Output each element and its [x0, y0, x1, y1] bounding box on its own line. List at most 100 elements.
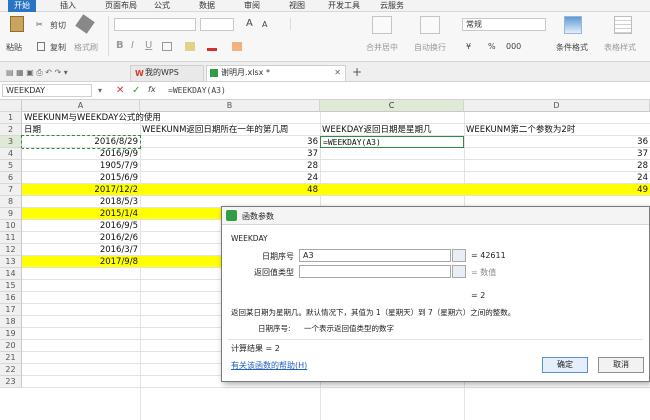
- cell-c[interactable]: [320, 148, 464, 160]
- menu-data[interactable]: 数据: [197, 0, 217, 12]
- cancel-formula-button[interactable]: ✕: [116, 85, 124, 96]
- formula-input[interactable]: =WEEKDAY(A3): [168, 86, 226, 95]
- thousands-button[interactable]: 000: [506, 42, 521, 51]
- row-header[interactable]: 21: [0, 352, 22, 364]
- cell-c[interactable]: =WEEKDAY(A3): [320, 136, 464, 148]
- cell-a[interactable]: [22, 280, 140, 292]
- help-link[interactable]: 有关该函数的帮助(H): [231, 360, 307, 371]
- cell-a[interactable]: 2016/3/7: [22, 244, 140, 256]
- cell-a[interactable]: 1905/7/9: [22, 160, 140, 172]
- arg1-input[interactable]: A3: [299, 249, 451, 262]
- cell-a[interactable]: [22, 352, 140, 364]
- cell-b[interactable]: WEEKUNM返回日期所在一年的第几周: [140, 124, 320, 136]
- row-header[interactable]: 6: [0, 172, 22, 184]
- cell-a[interactable]: [22, 376, 140, 388]
- cell-a[interactable]: 2016/2/6: [22, 232, 140, 244]
- cell-a[interactable]: 2015/6/9: [22, 172, 140, 184]
- row-header[interactable]: 1: [0, 112, 22, 124]
- cell-d[interactable]: 49: [464, 184, 650, 196]
- cell-d[interactable]: 24: [464, 172, 650, 184]
- percent-button[interactable]: %: [488, 42, 496, 51]
- conditional-format-button[interactable]: 条件格式: [556, 42, 588, 53]
- arg1-collapse-button[interactable]: [452, 249, 466, 262]
- row-header[interactable]: 20: [0, 340, 22, 352]
- select-all-corner[interactable]: [0, 100, 22, 112]
- fill-color-icon[interactable]: [185, 42, 195, 51]
- row-header[interactable]: 2: [0, 124, 22, 136]
- merge-center-button[interactable]: 合并居中: [366, 42, 398, 53]
- name-box-dropdown-icon[interactable]: ▾: [98, 86, 102, 95]
- column-header-b[interactable]: B: [140, 100, 320, 112]
- row-header[interactable]: 9: [0, 208, 22, 220]
- column-header-a[interactable]: A: [22, 100, 140, 112]
- cell-b[interactable]: 37: [140, 148, 320, 160]
- cut-button[interactable]: 剪切: [50, 20, 66, 31]
- cell-a[interactable]: [22, 304, 140, 316]
- cell-c[interactable]: [320, 112, 464, 124]
- arg2-input[interactable]: [299, 265, 451, 278]
- menu-developer[interactable]: 开发工具: [326, 0, 362, 12]
- cancel-button[interactable]: 取消: [598, 357, 644, 373]
- insert-function-button[interactable]: fx: [148, 85, 156, 94]
- tab-my-wps[interactable]: W 我的WPS: [130, 65, 204, 81]
- cell-a[interactable]: 日期: [22, 124, 140, 136]
- cell-b[interactable]: 24: [140, 172, 320, 184]
- menu-home[interactable]: 开始: [8, 0, 36, 12]
- cell-a[interactable]: 2016/9/9: [22, 148, 140, 160]
- menu-formulas[interactable]: 公式: [152, 0, 172, 12]
- cell-a[interactable]: 2015/1/4: [22, 208, 140, 220]
- row-header[interactable]: 14: [0, 268, 22, 280]
- copy-button[interactable]: 复制: [50, 42, 66, 53]
- cell-a[interactable]: [22, 340, 140, 352]
- tab-file[interactable]: 谢明月.xlsx * ✕: [206, 65, 346, 81]
- confirm-formula-button[interactable]: ✓: [132, 85, 140, 96]
- font-color-icon[interactable]: [207, 41, 217, 51]
- cell-b[interactable]: 48: [140, 184, 320, 196]
- row-header[interactable]: 7: [0, 184, 22, 196]
- cell-a[interactable]: [22, 316, 140, 328]
- cell-d[interactable]: 37: [464, 148, 650, 160]
- row-header[interactable]: 13: [0, 256, 22, 268]
- row-header[interactable]: 5: [0, 160, 22, 172]
- paste-icon[interactable]: [10, 16, 24, 32]
- wrap-text-button[interactable]: 自动换行: [414, 42, 446, 53]
- row-header[interactable]: 3: [0, 136, 22, 148]
- arg2-collapse-button[interactable]: [452, 265, 466, 278]
- cell-a[interactable]: [22, 364, 140, 376]
- currency-button[interactable]: ¥: [466, 42, 471, 51]
- cell-c[interactable]: [320, 184, 464, 196]
- quick-access-icons[interactable]: ▤ ▦ ▣ ⎙ ↶ ↷ ▾: [6, 68, 68, 78]
- row-header[interactable]: 11: [0, 232, 22, 244]
- cell-c[interactable]: [320, 160, 464, 172]
- menu-review[interactable]: 审阅: [242, 0, 262, 12]
- cell-d[interactable]: WEEKUNM第二个参数为2时: [464, 124, 650, 136]
- cell-b[interactable]: [140, 112, 320, 124]
- format-painter-button[interactable]: 格式刷: [74, 42, 98, 53]
- row-header[interactable]: 8: [0, 196, 22, 208]
- row-header[interactable]: 18: [0, 316, 22, 328]
- font-size-down-button[interactable]: A: [262, 20, 267, 29]
- row-header[interactable]: 10: [0, 220, 22, 232]
- cell-a[interactable]: 2016/8/29: [21, 135, 141, 149]
- row-header[interactable]: 17: [0, 304, 22, 316]
- cell-a[interactable]: [22, 292, 140, 304]
- font-size-select[interactable]: [200, 18, 234, 31]
- ok-button[interactable]: 确定: [542, 357, 588, 373]
- cell-d[interactable]: [464, 112, 650, 124]
- cell-a[interactable]: 2017/12/2: [22, 184, 140, 196]
- font-size-up-button[interactable]: A: [246, 18, 253, 29]
- table-style-button[interactable]: 表格样式: [604, 42, 636, 53]
- row-header[interactable]: 4: [0, 148, 22, 160]
- align-icons[interactable]: [290, 18, 350, 30]
- cell-d[interactable]: 36: [464, 136, 650, 148]
- row-header[interactable]: 22: [0, 364, 22, 376]
- menu-cloud[interactable]: 云服务: [378, 0, 406, 12]
- cell-a[interactable]: [22, 268, 140, 280]
- name-box[interactable]: WEEKDAY: [2, 84, 92, 97]
- number-format-select[interactable]: 常规: [462, 18, 546, 31]
- menu-insert[interactable]: 插入: [58, 0, 78, 12]
- underline-button[interactable]: U: [145, 40, 152, 51]
- row-header[interactable]: 12: [0, 244, 22, 256]
- menu-view[interactable]: 视图: [287, 0, 307, 12]
- cell-a[interactable]: WEEKUNM与WEEKDAY公式的使用: [22, 112, 161, 124]
